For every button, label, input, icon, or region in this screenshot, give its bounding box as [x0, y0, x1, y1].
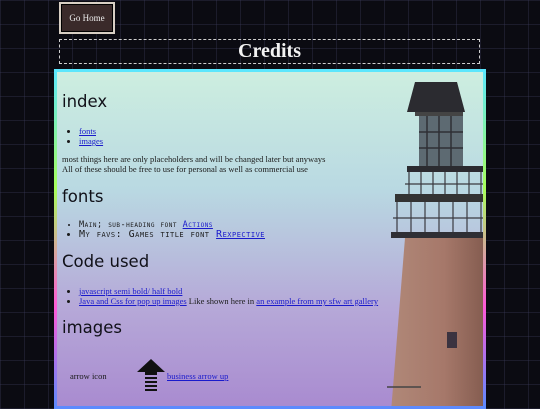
index-link-fonts[interactable]: fonts: [79, 126, 96, 136]
code-link-popup[interactable]: Java and Css for pop up images: [79, 296, 187, 306]
intro-note-1: most things here are only placeholders a…: [62, 154, 326, 164]
images-heading: images: [62, 318, 122, 337]
fonts-list: Main; sub-heading font Actions My favs: …: [62, 220, 265, 240]
index-list: fonts images: [62, 126, 103, 146]
list-item: fonts: [79, 126, 103, 136]
code-link-gallery[interactable]: an example from my sfw art gallery: [256, 296, 378, 306]
index-heading: index: [62, 92, 108, 111]
list-item: My favs: Games title font Rexpective: [79, 230, 265, 240]
list-item: javascript semi bold/ half bold: [79, 286, 378, 296]
fonts-heading: fonts: [62, 187, 104, 206]
code-link-javascript[interactable]: javascript semi bold/ half bold: [79, 286, 182, 296]
code-text: Like shown here in: [186, 296, 257, 306]
arrow-icon-label: arrow icon: [70, 371, 107, 381]
font-link-rexpective[interactable]: Rexpective: [216, 229, 265, 240]
list-item: Java and Css for pop up images Like show…: [79, 296, 378, 306]
list-item: images: [79, 136, 103, 146]
intro-note-2: All of these should be free to use for p…: [62, 164, 308, 174]
go-home-button[interactable]: Go Home: [59, 2, 115, 34]
page-title: Credits: [59, 39, 480, 64]
image-link-business-arrow[interactable]: business arrow up: [167, 371, 228, 381]
font-credit-label: My favs: Games title font: [79, 229, 210, 240]
credits-panel: index fonts images most things here are …: [54, 69, 486, 409]
code-heading: Code used: [62, 252, 150, 271]
arrow-up-icon: [137, 359, 165, 391]
index-link-images[interactable]: images: [79, 136, 103, 146]
lighthouse-image: [387, 82, 483, 406]
image-credit-row: arrow icon business arrow up: [70, 359, 370, 393]
code-list: javascript semi bold/ half bold Java and…: [62, 286, 378, 306]
